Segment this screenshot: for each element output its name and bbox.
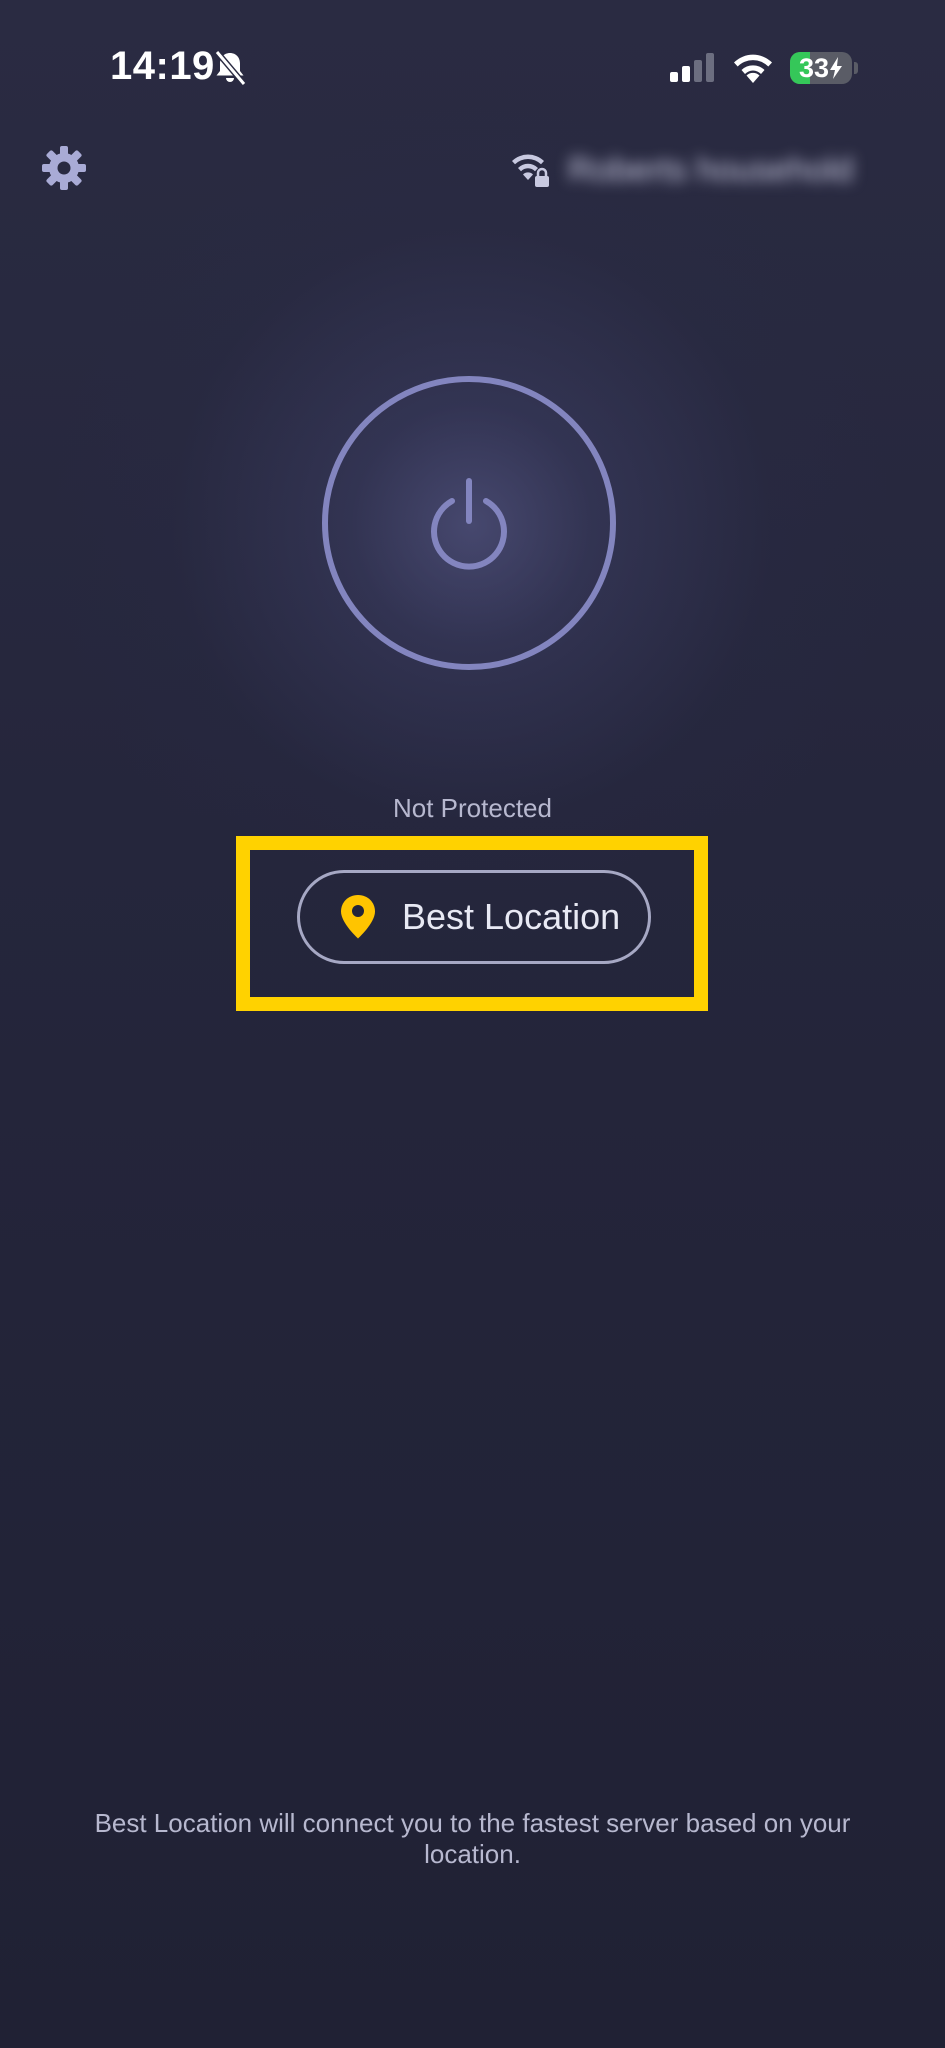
network-name: Roberts household: [568, 150, 854, 189]
map-pin-icon: [341, 895, 375, 939]
settings-button[interactable]: [38, 142, 90, 194]
battery-cap: [854, 62, 858, 74]
battery-indicator: 33: [790, 52, 852, 84]
charging-bolt-icon: [830, 57, 843, 79]
power-icon: [431, 478, 507, 570]
wifi-icon: [734, 54, 772, 83]
network-indicator: Roberts household: [512, 148, 892, 192]
cellular-signal-icon: [670, 53, 714, 82]
status-time: 14:19: [110, 44, 215, 88]
location-label: Best Location: [402, 896, 621, 937]
power-button[interactable]: [322, 376, 616, 670]
bell-slash-icon: [214, 50, 247, 86]
battery-level: 33: [798, 52, 830, 83]
status-bar: 14:19 33: [0, 0, 945, 140]
protection-status: Not Protected: [393, 793, 552, 823]
best-location-button[interactable]: Best Location: [297, 870, 651, 964]
app-screen: 14:19 33 Roberts household Not Protected…: [0, 0, 945, 2048]
footer-description: Best Location will connect you to the fa…: [94, 1808, 851, 1869]
gear-icon: [42, 146, 86, 190]
wifi-lock-icon: [512, 154, 549, 187]
